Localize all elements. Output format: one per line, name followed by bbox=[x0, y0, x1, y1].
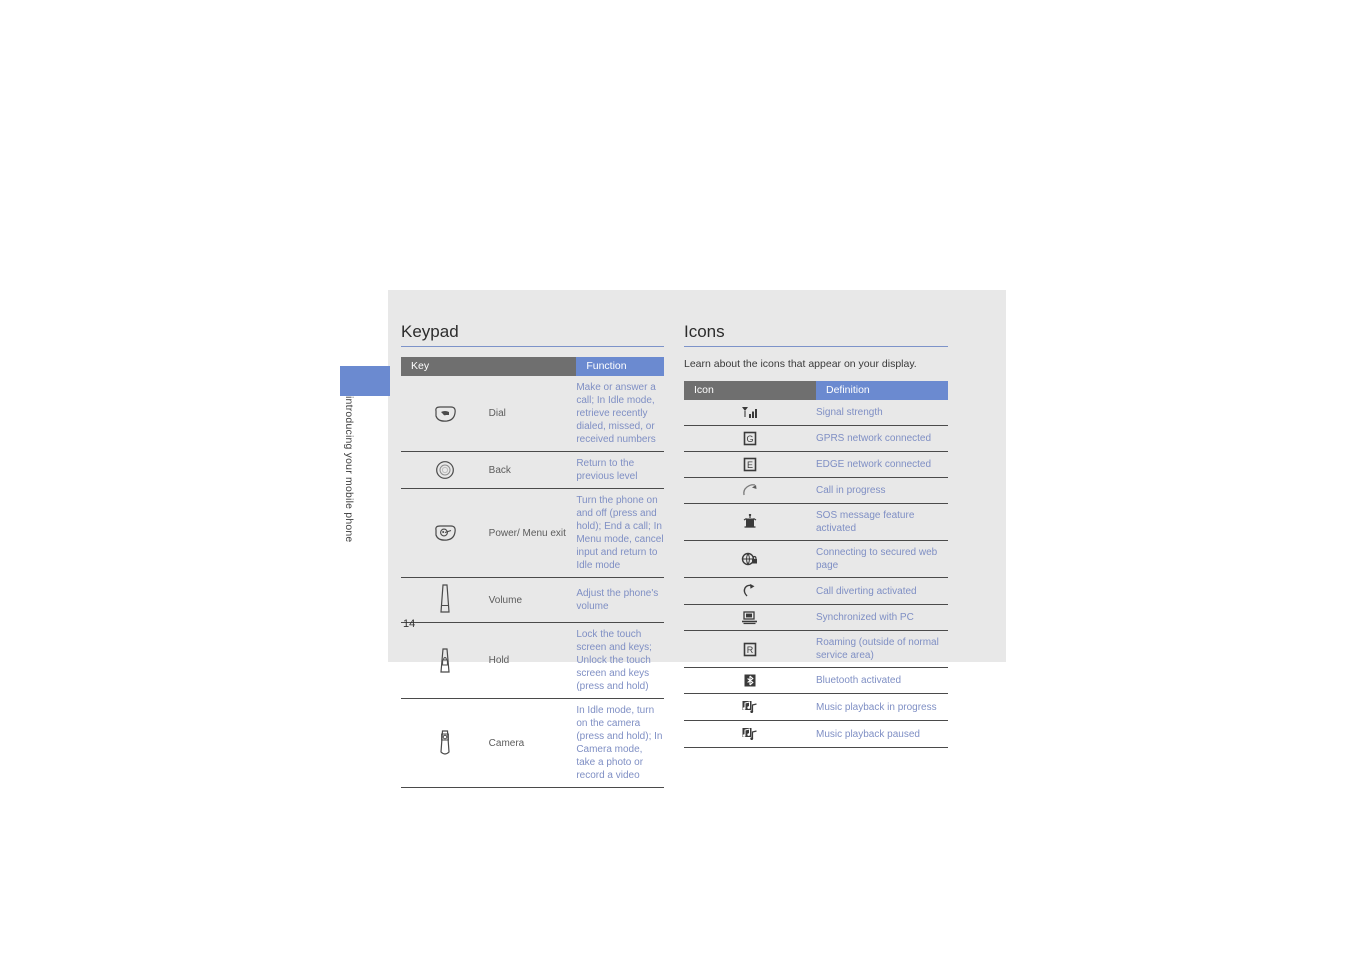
keypad-section: Keypad Key Function Dial Make or answer … bbox=[401, 322, 664, 788]
icons-table: Icon Definition Signal strength G GPRS n… bbox=[684, 381, 948, 748]
icons-column-header-definition: Definition bbox=[816, 381, 948, 400]
volume-key-icon bbox=[401, 577, 489, 623]
roaming-icon: R bbox=[684, 630, 816, 668]
keypad-column-header-function: Function bbox=[576, 357, 664, 376]
table-row: Connecting to secured web page bbox=[684, 540, 948, 578]
call-diverting-icon bbox=[684, 577, 816, 605]
key-name: Camera bbox=[488, 698, 577, 788]
table-row: Call in progress bbox=[684, 477, 948, 504]
call-in-progress-icon bbox=[684, 477, 816, 504]
key-function: In Idle mode, turn on the camera (press … bbox=[576, 698, 664, 788]
key-function: Adjust the phone's volume bbox=[576, 577, 664, 623]
edge-network-icon: E bbox=[684, 451, 816, 478]
table-row: Dial Make or answer a call; In Idle mode… bbox=[401, 376, 664, 452]
key-name: Back bbox=[488, 451, 577, 489]
icon-definition: Music playback in progress bbox=[816, 693, 948, 721]
icon-definition: Connecting to secured web page bbox=[816, 540, 948, 578]
secure-web-icon bbox=[684, 540, 816, 578]
icon-definition: EDGE network connected bbox=[816, 451, 948, 478]
icons-section: Icons Learn about the icons that appear … bbox=[684, 322, 948, 748]
key-function: Return to the previous level bbox=[576, 451, 664, 489]
hold-key-icon bbox=[401, 622, 489, 699]
table-row: R Roaming (outside of normal service are… bbox=[684, 630, 948, 668]
sync-pc-icon bbox=[684, 604, 816, 631]
icon-definition: Synchronized with PC bbox=[816, 604, 948, 631]
icon-definition: GPRS network connected bbox=[816, 425, 948, 452]
icons-section-title: Icons bbox=[684, 322, 725, 341]
table-row: Hold Lock the touch screen and keys; Unl… bbox=[401, 622, 664, 699]
keypad-column-header-key: Key bbox=[401, 357, 577, 376]
icons-intro-text: Learn about the icons that appear on you… bbox=[684, 358, 917, 370]
dial-key-icon bbox=[401, 376, 489, 452]
icons-table-header-row: Icon Definition bbox=[684, 381, 948, 400]
table-row: Call diverting activated bbox=[684, 577, 948, 605]
key-name: Volume bbox=[488, 577, 577, 623]
icons-column-header-icon: Icon bbox=[684, 381, 816, 400]
key-function: Lock the touch screen and keys; Unlock t… bbox=[576, 622, 664, 699]
key-function: Turn the phone on and off (press and hol… bbox=[576, 488, 664, 578]
icon-definition: Music playback paused bbox=[816, 720, 948, 748]
document-page-canvas: introducing your mobile phone Keypad Key… bbox=[0, 0, 1351, 954]
camera-key-icon bbox=[401, 698, 489, 788]
icon-definition: Signal strength bbox=[816, 400, 948, 426]
icons-title-rule bbox=[684, 346, 948, 347]
table-row: Synchronized with PC bbox=[684, 604, 948, 631]
music-playing-icon bbox=[684, 693, 816, 721]
icon-definition: SOS message feature activated bbox=[816, 503, 948, 541]
table-row: Camera In Idle mode, turn on the camera … bbox=[401, 698, 664, 788]
sos-message-icon bbox=[684, 503, 816, 541]
keypad-title-rule bbox=[401, 346, 664, 347]
svg-text:E: E bbox=[747, 460, 753, 470]
icon-definition: Roaming (outside of normal service area) bbox=[816, 630, 948, 668]
page-number: 14 bbox=[403, 618, 416, 630]
gprs-network-icon: G bbox=[684, 425, 816, 452]
key-name: Power/ Menu exit bbox=[488, 488, 577, 578]
table-row: E EDGE network connected bbox=[684, 451, 948, 478]
icon-definition: Call diverting activated bbox=[816, 577, 948, 605]
music-paused-icon bbox=[684, 720, 816, 748]
table-row: Back Return to the previous level bbox=[401, 451, 664, 489]
key-function: Make or answer a call; In Idle mode, ret… bbox=[576, 376, 664, 452]
chapter-tab-marker bbox=[340, 366, 390, 396]
icon-definition: Bluetooth activated bbox=[816, 667, 948, 694]
svg-text:G: G bbox=[746, 434, 753, 444]
keypad-table: Key Function Dial Make or answer a call;… bbox=[401, 357, 664, 788]
table-row: SOS message feature activated bbox=[684, 503, 948, 541]
keypad-section-title: Keypad bbox=[401, 322, 459, 341]
table-row: Music playback in progress bbox=[684, 693, 948, 721]
table-row: Signal strength bbox=[684, 400, 948, 426]
table-row: Music playback paused bbox=[684, 720, 948, 748]
keypad-table-header-row: Key Function bbox=[401, 357, 664, 376]
svg-text:R: R bbox=[747, 645, 754, 655]
table-row: Volume Adjust the phone's volume bbox=[401, 577, 664, 623]
icon-definition: Call in progress bbox=[816, 477, 948, 504]
back-key-icon bbox=[401, 451, 489, 489]
table-row: Bluetooth activated bbox=[684, 667, 948, 694]
key-name: Dial bbox=[488, 376, 577, 452]
key-name: Hold bbox=[488, 622, 577, 699]
bluetooth-icon bbox=[684, 667, 816, 694]
signal-strength-icon bbox=[684, 400, 816, 426]
chapter-tab-label: introducing your mobile phone bbox=[343, 396, 355, 543]
table-row: Power/ Menu exit Turn the phone on and o… bbox=[401, 488, 664, 578]
table-row: G GPRS network connected bbox=[684, 425, 948, 452]
power-menu-exit-key-icon bbox=[401, 488, 489, 578]
